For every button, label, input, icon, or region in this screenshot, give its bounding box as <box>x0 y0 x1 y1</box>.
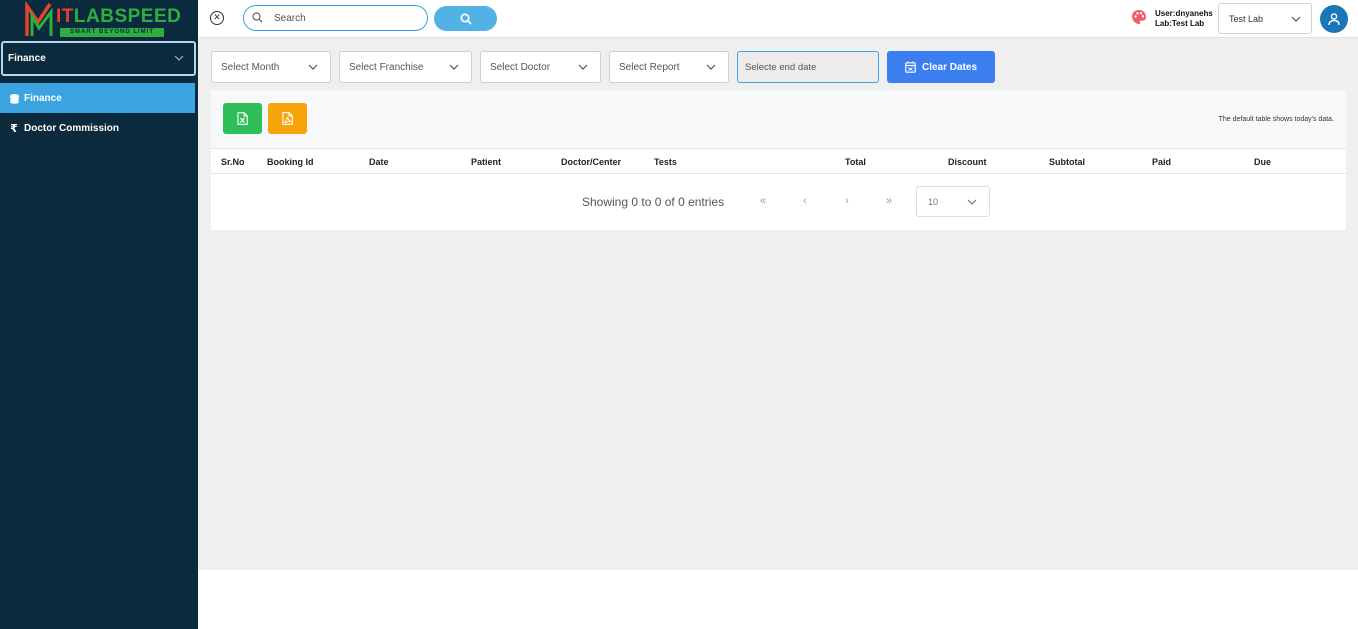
column-header-sr-no[interactable]: Sr.No <box>221 157 245 167</box>
column-header-booking-id[interactable]: Booking Id <box>267 157 314 167</box>
page-size-select[interactable]: 10 <box>916 186 990 217</box>
end-date-input[interactable]: Selecte end date <box>737 51 879 83</box>
column-header-tests[interactable]: Tests <box>654 157 677 167</box>
excel-file-icon <box>237 112 248 125</box>
module-select-value: Finance <box>8 53 46 64</box>
column-header-subtotal[interactable]: Subtotal <box>1049 157 1085 167</box>
search-box[interactable] <box>243 5 428 31</box>
report-table-card: The default table shows today's data. Sr… <box>211 90 1346 230</box>
palette-icon[interactable] <box>1131 9 1147 25</box>
report-select[interactable]: Select Report <box>609 51 729 83</box>
calendar-icon <box>905 61 916 73</box>
chevron-down-icon <box>578 64 588 70</box>
chevron-down-icon <box>967 199 977 205</box>
search-icon <box>459 12 472 25</box>
last-page-button[interactable]: » <box>882 195 896 207</box>
table-header: Sr.No Booking Id Date Patient Doctor/Cen… <box>211 148 1346 174</box>
sidebar-item-label: Finance <box>24 92 62 104</box>
clear-dates-button[interactable]: Clear Dates <box>887 51 995 83</box>
default-table-note: The default table shows today's data. <box>1218 116 1334 123</box>
column-header-paid[interactable]: Paid <box>1152 157 1171 167</box>
sidebar-item-doctor-commission[interactable]: ₹ Doctor Commission <box>0 113 195 143</box>
chevron-down-icon <box>449 64 459 70</box>
month-select[interactable]: Select Month <box>211 51 331 83</box>
report-select-value: Select Report <box>619 61 680 73</box>
brand-tagline: SMART BEYOND LIMIT <box>60 28 164 37</box>
user-icon <box>1328 13 1340 26</box>
prev-page-button[interactable]: ‹ <box>798 195 812 207</box>
logo-mark-icon <box>25 2 53 36</box>
search-icon <box>252 12 264 24</box>
chevron-down-icon <box>164 53 194 64</box>
brand-logo[interactable]: ITLABSPEED SMART BEYOND LIMIT <box>24 2 181 38</box>
clear-dates-label: Clear Dates <box>921 61 978 73</box>
avatar[interactable] <box>1320 5 1348 33</box>
column-header-date[interactable]: Date <box>369 157 389 167</box>
search-button[interactable] <box>434 6 497 31</box>
search-input[interactable] <box>274 12 414 24</box>
franchise-select-value: Select Franchise <box>349 61 424 73</box>
first-page-button[interactable]: « <box>756 195 770 207</box>
month-select-value: Select Month <box>221 61 280 73</box>
module-select[interactable]: Finance <box>1 41 196 76</box>
column-header-doctor-center[interactable]: Doctor/Center <box>561 157 621 167</box>
table-toolbar: The default table shows today's data. <box>211 90 1346 148</box>
entries-info: Showing 0 to 0 of 0 entries <box>582 195 725 209</box>
lab-select-value: Test Lab <box>1229 13 1264 24</box>
column-header-due[interactable]: Due <box>1254 157 1271 167</box>
coins-icon <box>8 93 20 104</box>
column-header-discount[interactable]: Discount <box>948 157 987 167</box>
chevron-down-icon <box>1291 16 1301 22</box>
user-name: User:dnyanehs <box>1155 9 1213 18</box>
user-info: User:dnyanehs Lab:Test Lab <box>1155 9 1213 29</box>
brand-name: ITLABSPEED <box>56 6 182 27</box>
column-header-total[interactable]: Total <box>845 157 866 167</box>
sidebar-item-finance[interactable]: Finance <box>0 83 195 113</box>
export-excel-button[interactable] <box>223 103 262 134</box>
chevron-down-icon <box>706 64 716 70</box>
main-content: Select Month Select Franchise Select Doc… <box>198 38 1358 570</box>
doctor-select[interactable]: Select Doctor <box>480 51 601 83</box>
topbar: ✕ User:dnyanehs Lab:Test Lab Test Lab <box>198 0 1358 38</box>
sidebar: ITLABSPEED SMART BEYOND LIMIT Finance Fi… <box>0 0 198 629</box>
close-icon[interactable]: ✕ <box>210 11 224 25</box>
page-size-value: 10 <box>928 196 939 207</box>
pagination: Showing 0 to 0 of 0 entries « ‹ › » 10 <box>211 174 1346 230</box>
chevron-down-icon <box>308 64 318 70</box>
doctor-select-value: Select Doctor <box>490 61 551 73</box>
pdf-file-icon <box>282 112 293 125</box>
lab-select[interactable]: Test Lab <box>1218 3 1312 34</box>
lab-name: Lab:Test Lab <box>1155 19 1205 28</box>
sidebar-item-label: Doctor Commission <box>24 122 120 134</box>
next-page-button[interactable]: › <box>840 195 854 207</box>
export-pdf-button[interactable] <box>268 103 307 134</box>
rupee-icon: ₹ <box>10 122 18 135</box>
franchise-select[interactable]: Select Franchise <box>339 51 472 83</box>
column-header-patient[interactable]: Patient <box>471 157 501 167</box>
